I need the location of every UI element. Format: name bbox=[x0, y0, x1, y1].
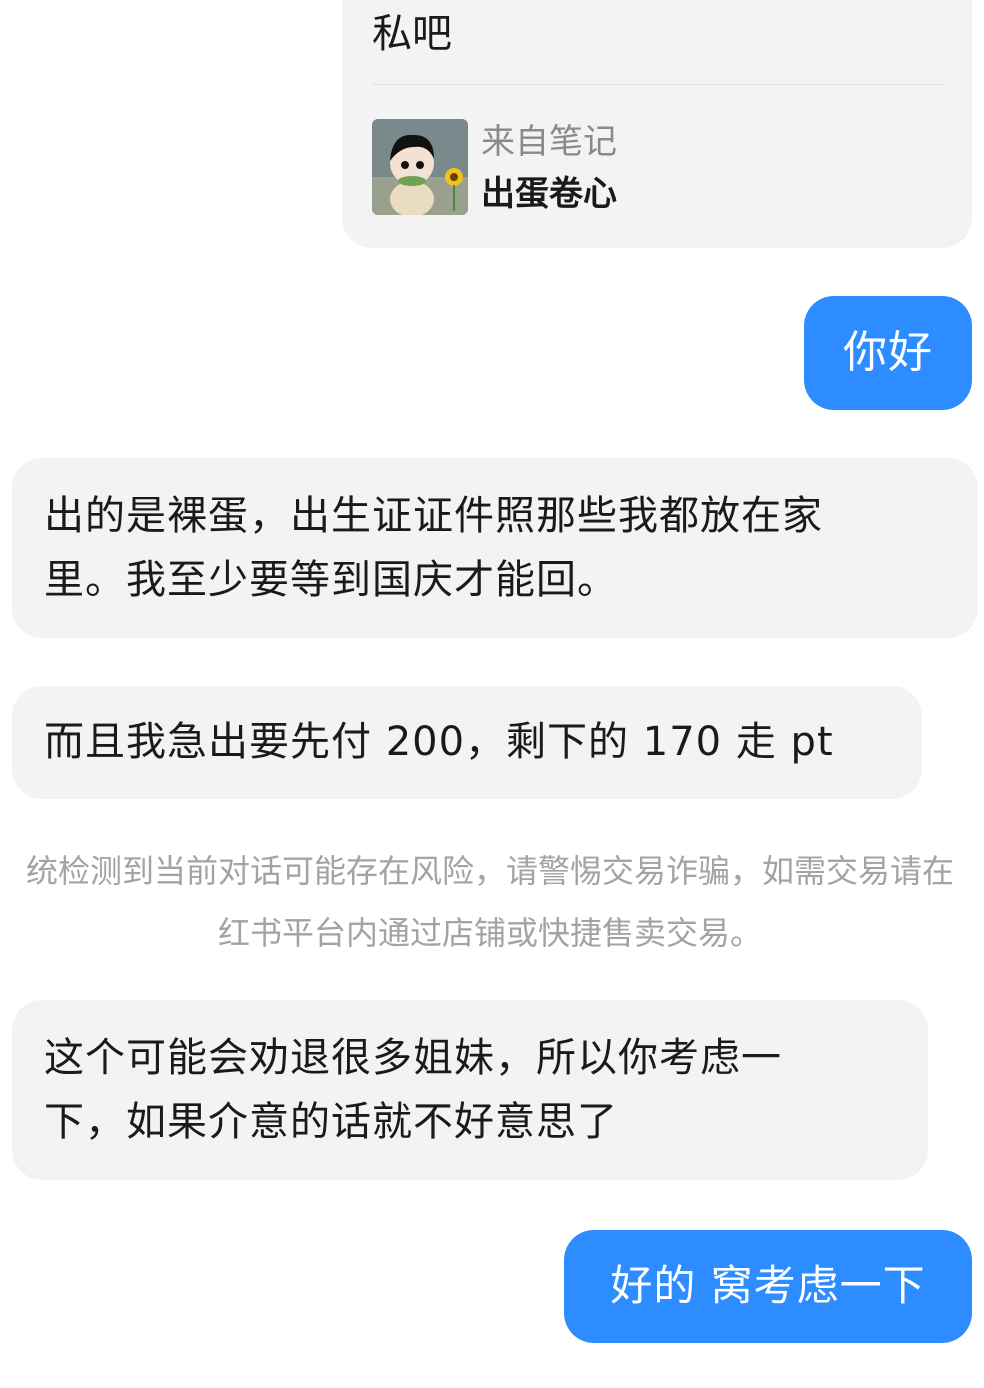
outgoing-message-bubble[interactable]: 好的 窝考虑一下 bbox=[564, 1230, 972, 1343]
message-text-line: 出的是裸蛋，出生证证件照那些我都放在家 bbox=[44, 493, 823, 539]
warning-line: 红书平台内通过店铺或快捷售卖交易。 bbox=[217, 914, 762, 952]
note-source-label: 来自笔记 bbox=[481, 122, 617, 162]
system-risk-warning: 统检测到当前对话可能存在风险，请警惕交易诈骗，如需交易请在 红书平台内通过店铺或… bbox=[0, 840, 984, 964]
message-text-line: 下，如果介意的话就不好意思了 bbox=[44, 1099, 618, 1145]
incoming-message-bubble[interactable]: 出的是裸蛋，出生证证件照那些我都放在家 里。我至少要等到国庆才能回。 bbox=[12, 458, 978, 638]
message-text-line: 里。我至少要等到国庆才能回。 bbox=[44, 557, 618, 603]
shared-note-card[interactable]: 私吧 来自笔记 出蛋卷心 bbox=[342, 0, 972, 248]
warning-line: 统检测到当前对话可能存在风险，请警惕交易诈骗，如需交易请在 bbox=[25, 852, 954, 890]
note-title: 出蛋卷心 bbox=[481, 174, 617, 214]
outgoing-message-bubble[interactable]: 你好 bbox=[804, 296, 972, 410]
message-text: 好的 窝考虑一下 bbox=[610, 1261, 926, 1310]
divider bbox=[372, 84, 942, 85]
note-card-text: 私吧 bbox=[372, 11, 452, 57]
incoming-message-bubble[interactable]: 而且我急出要先付 200，剩下的 170 走 pt bbox=[12, 686, 922, 799]
incoming-message-bubble[interactable]: 这个可能会劝退很多姐妹，所以你考虑一 下，如果介意的话就不好意思了 bbox=[12, 1000, 928, 1180]
doll-with-sunflower-image bbox=[372, 119, 468, 215]
message-text: 你好 bbox=[843, 327, 933, 378]
note-thumbnail[interactable] bbox=[372, 119, 468, 215]
message-text: 而且我急出要先付 200，剩下的 170 走 pt bbox=[44, 719, 834, 765]
message-text-line: 这个可能会劝退很多姐妹，所以你考虑一 bbox=[44, 1035, 782, 1081]
